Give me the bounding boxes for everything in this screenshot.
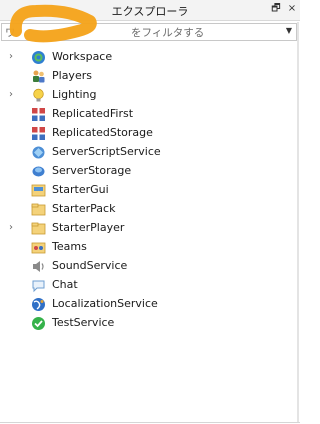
tree-item-starter-player[interactable]: › StarterPlayer [0,219,300,238]
tree-item-label: Lighting [52,88,97,101]
tree-item-label: ServerScriptService [52,145,161,158]
tree-item-label: Teams [52,240,87,253]
teams-icon [31,242,46,254]
tree-item-label: Workspace [52,50,113,63]
tree-item-sound-service[interactable]: SoundService [0,257,300,276]
panel-bottom-border [0,422,300,423]
filter-dropdown-icon[interactable]: ▼ [286,26,292,35]
starter-pack-icon [31,203,46,216]
tree-item-replicated-first[interactable]: ReplicatedFirst [0,105,300,124]
close-icon[interactable]: × [286,3,298,15]
tree-item-label: Players [52,69,92,82]
tree-item-starter-gui[interactable]: StarterGui [0,181,300,200]
tree-item-server-script-service[interactable]: ServerScriptService [0,143,300,162]
lighting-icon [33,88,44,102]
expand-arrow-icon[interactable]: › [9,223,17,233]
tree-item-label: Chat [52,278,78,291]
tree-item-label: ServerStorage [52,164,132,177]
server-storage-icon [32,166,45,177]
tree-item-label: TestService [52,316,115,329]
server-script-service-icon [32,146,45,159]
starter-gui-icon [31,184,46,197]
tree-item-starter-pack[interactable]: StarterPack [0,200,300,219]
players-icon [33,70,45,83]
tree-item-label: SoundService [52,259,128,272]
tree-item-players[interactable]: Players [0,67,300,86]
panel-scroll-track[interactable] [297,22,299,422]
restore-icon[interactable]: 🗗 [270,3,282,15]
tree-item-label: StarterGui [52,183,109,196]
replicated-storage-icon [32,127,45,140]
chat-icon [32,280,45,293]
tree-item-workspace[interactable]: › Workspace [0,48,300,67]
tree-item-lighting[interactable]: › Lighting [0,86,300,105]
starter-player-icon [31,222,46,235]
test-service-icon [32,317,45,330]
workspace-icon [32,51,45,64]
orange-scribble-overlay [9,4,97,43]
sound-service-icon [33,261,44,272]
tree-item-label: ReplicatedStorage [52,126,153,139]
replicated-first-icon [32,108,45,121]
tree-item-localization-service[interactable]: LocalizationService [0,295,300,314]
tree-item-label: ReplicatedFirst [52,107,134,120]
localization-service-icon [32,298,45,311]
tree-item-replicated-storage[interactable]: ReplicatedStorage [0,124,300,143]
expand-arrow-icon[interactable]: › [9,90,17,100]
tree-item-label: LocalizationService [52,297,158,310]
tree-item-chat[interactable]: Chat [0,276,300,295]
tree-item-label: StarterPlayer [52,221,125,234]
expand-arrow-icon[interactable]: › [9,52,17,62]
tree-item-server-storage[interactable]: ServerStorage [0,162,300,181]
tree-item-test-service[interactable]: TestService [0,314,300,333]
tree-item-teams[interactable]: Teams [0,238,300,257]
tree-item-label: StarterPack [52,202,116,215]
